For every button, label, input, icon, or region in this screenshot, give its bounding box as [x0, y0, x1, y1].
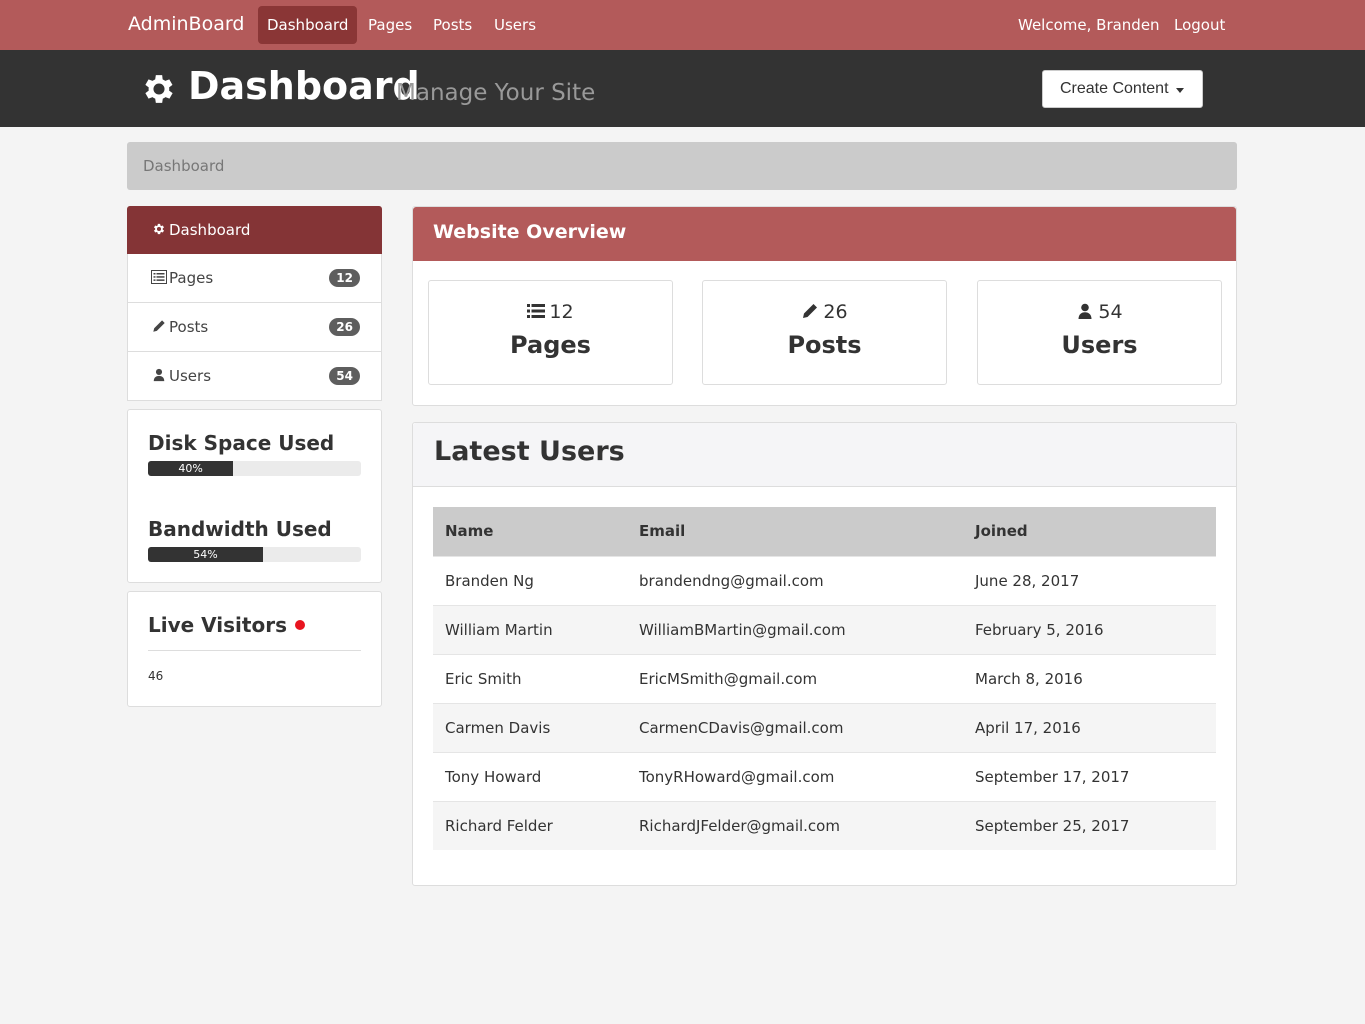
- latest-users-title: Latest Users: [413, 423, 1236, 487]
- table-row: Carmen Davis CarmenCDavis@gmail.com Apri…: [433, 702, 1216, 752]
- user-email-cell: TonyRHoward@gmail.com: [627, 751, 963, 801]
- disk-space-title: Disk Space Used: [148, 431, 335, 455]
- nav-users[interactable]: Users: [485, 6, 545, 44]
- sidebar-item-label: Users: [169, 367, 212, 385]
- nav-pages[interactable]: Pages: [359, 6, 421, 44]
- user-name-cell: Tony Howard: [433, 751, 627, 801]
- user-icon: [153, 368, 165, 382]
- posts-count-badge: 26: [329, 318, 360, 336]
- sidebar-item-label: Pages: [169, 269, 214, 287]
- list-icon: [527, 304, 546, 318]
- pages-stat-number: 12: [549, 301, 574, 323]
- pages-stat-number-row: 12: [429, 301, 672, 323]
- user-joined-cell: September 17, 2017: [963, 751, 1216, 801]
- pages-stat-label: Pages: [510, 331, 591, 359]
- disk-space-progress: 40%: [148, 461, 361, 476]
- nav-dashboard[interactable]: Dashboard: [258, 6, 358, 44]
- user-email-cell: EricMSmith@gmail.com: [627, 653, 963, 703]
- website-overview-title: Website Overview: [413, 207, 1236, 261]
- usage-panel: Disk Space Used 40% Bandwidth Used 54%: [127, 409, 382, 583]
- users-stat-label: Users: [1061, 331, 1138, 359]
- user-email-cell: RichardJFelder@gmail.com: [627, 800, 963, 850]
- bandwidth-progress: 54%: [148, 547, 361, 562]
- gear-icon: [145, 75, 173, 103]
- table-row: William Martin WilliamBMartin@gmail.com …: [433, 604, 1216, 654]
- page-title: Dashboard: [188, 64, 420, 108]
- list-icon: [151, 270, 167, 284]
- user-email-cell: brandendng@gmail.com: [627, 555, 963, 605]
- logout-link[interactable]: Logout: [1165, 6, 1234, 44]
- user-joined-cell: September 25, 2017: [963, 800, 1216, 850]
- website-overview-panel: Website Overview 12 Pages 26 Posts 54 Us…: [412, 206, 1237, 406]
- live-visitors-panel: Live Visitors 46: [127, 591, 382, 707]
- pencil-icon: [803, 304, 818, 318]
- column-header-email: Email: [627, 507, 963, 556]
- welcome-link[interactable]: Welcome, Branden: [1009, 6, 1169, 44]
- sidebar-item-users[interactable]: Users 54: [127, 352, 382, 401]
- nav-posts[interactable]: Posts: [424, 6, 481, 44]
- user-joined-cell: April 17, 2016: [963, 702, 1216, 752]
- user-joined-cell: June 28, 2017: [963, 555, 1216, 605]
- user-name-cell: Richard Felder: [433, 800, 627, 850]
- table-row: Eric Smith EricMSmith@gmail.com March 8,…: [433, 653, 1216, 703]
- table-row: Tony Howard TonyRHoward@gmail.com Septem…: [433, 751, 1216, 801]
- pages-count-badge: 12: [329, 269, 360, 287]
- posts-stat-card: 26 Posts: [702, 280, 947, 385]
- user-icon: [1078, 303, 1092, 319]
- user-email-cell: CarmenCDavis@gmail.com: [627, 702, 963, 752]
- gear-icon: [153, 223, 165, 235]
- user-name-cell: Eric Smith: [433, 653, 627, 703]
- table-row: Branden Ng brandendng@gmail.com June 28,…: [433, 555, 1216, 605]
- sidebar-item-pages[interactable]: Pages 12: [127, 254, 382, 303]
- column-header-name: Name: [433, 507, 627, 556]
- sidebar-item-dashboard[interactable]: Dashboard: [127, 206, 382, 254]
- disk-space-progress-bar: 40%: [148, 461, 234, 476]
- create-content-dropdown[interactable]: Create Content: [1042, 70, 1203, 108]
- sidebar-nav: Dashboard Pages 12 Posts 26 Users 54: [127, 206, 382, 401]
- user-joined-cell: March 8, 2016: [963, 653, 1216, 703]
- user-name-cell: Carmen Davis: [433, 702, 627, 752]
- page-header: Dashboard Manage Your Site Create Conten…: [0, 50, 1365, 127]
- live-visitors-count: 46: [148, 669, 164, 683]
- live-indicator-dot: [294, 620, 305, 630]
- create-content-label: Create Content: [1060, 80, 1169, 97]
- page-subtitle: Manage Your Site: [396, 80, 596, 106]
- user-name-cell: William Martin: [433, 604, 627, 654]
- bandwidth-title: Bandwidth Used: [148, 517, 332, 541]
- column-header-joined: Joined: [963, 507, 1216, 556]
- breadcrumb: Dashboard: [127, 142, 1237, 190]
- user-joined-cell: February 5, 2016: [963, 604, 1216, 654]
- table-row: Richard Felder RichardJFelder@gmail.com …: [433, 800, 1216, 850]
- pages-stat-card: 12 Pages: [428, 280, 673, 385]
- users-stat-card: 54 Users: [977, 280, 1222, 385]
- sidebar-item-posts[interactable]: Posts 26: [127, 303, 382, 352]
- bandwidth-progress-bar: 54%: [148, 547, 264, 562]
- users-stat-number-row: 54: [978, 301, 1221, 323]
- caret-down-icon: [1176, 88, 1184, 93]
- latest-users-panel: Latest Users Name Email Joined Branden N…: [412, 422, 1237, 886]
- table-header-row: Name Email Joined: [433, 507, 1216, 556]
- posts-stat-number: 26: [823, 301, 848, 323]
- posts-stat-number-row: 26: [703, 301, 946, 323]
- divider: [148, 650, 361, 651]
- brand-link[interactable]: AdminBoard: [128, 13, 244, 35]
- sidebar-item-label: Posts: [169, 318, 209, 336]
- user-email-cell: WilliamBMartin@gmail.com: [627, 604, 963, 654]
- users-stat-number: 54: [1098, 301, 1123, 323]
- user-name-cell: Branden Ng: [433, 555, 627, 605]
- pencil-icon: [153, 320, 165, 332]
- live-visitors-title: Live Visitors: [148, 613, 287, 637]
- latest-users-table: Name Email Joined Branden Ng brandendng@…: [433, 507, 1216, 850]
- live-visitors-heading: Live Visitors: [148, 613, 305, 637]
- sidebar-item-label: Dashboard: [169, 221, 251, 239]
- top-navbar: AdminBoard Dashboard Pages Posts Users W…: [0, 0, 1365, 50]
- users-count-badge: 54: [329, 367, 360, 385]
- posts-stat-label: Posts: [787, 331, 862, 359]
